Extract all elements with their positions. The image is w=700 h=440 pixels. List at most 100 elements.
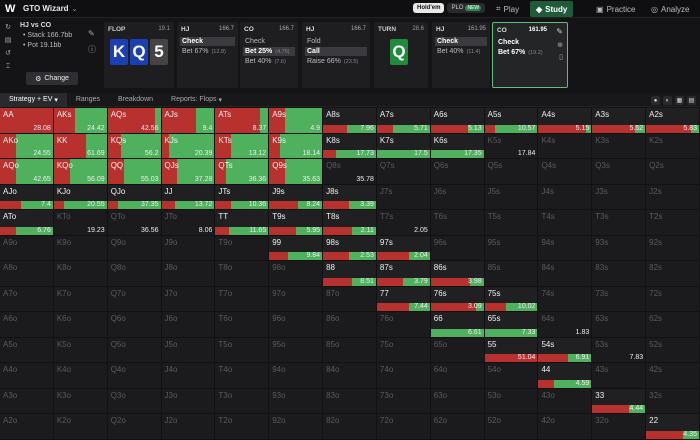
edit-icon[interactable]: ✎ bbox=[556, 27, 563, 36]
hand-cell[interactable]: Q4o bbox=[107, 363, 162, 389]
hand-cell[interactable]: 66 6.61 bbox=[430, 312, 485, 338]
hand-cell[interactable]: A8s 7.96 bbox=[323, 108, 377, 134]
hand-cell[interactable]: 63s bbox=[592, 312, 647, 338]
hand-cell[interactable]: Q3s bbox=[592, 159, 647, 185]
hand-cell[interactable]: A7o bbox=[0, 286, 54, 313]
hand-cell[interactable]: J9o bbox=[161, 235, 216, 262]
hand-cell[interactable]: K7o bbox=[53, 286, 108, 313]
hand-cell[interactable]: A9s 4.9 bbox=[269, 108, 324, 134]
hand-cell[interactable]: K7s 17.5 bbox=[376, 133, 431, 160]
hand-cell[interactable]: A4s 5.15 bbox=[538, 108, 593, 134]
hand-cell[interactable]: 73o bbox=[376, 388, 431, 415]
hand-cell[interactable]: J2o bbox=[161, 414, 216, 440]
hand-cell[interactable]: J3o bbox=[161, 388, 216, 415]
nav-play[interactable]: ⌗ Play bbox=[490, 1, 525, 17]
hand-cell[interactable]: 86s 3.98 bbox=[430, 261, 485, 287]
hand-cell[interactable]: 64s 1.83 bbox=[538, 312, 593, 338]
action-option[interactable]: Bet 67% (19.2) bbox=[496, 48, 564, 57]
hand-cell[interactable]: 54o bbox=[484, 363, 539, 389]
view-grid-icon[interactable]: ▦ bbox=[675, 96, 684, 105]
hand-cell[interactable]: Q3o bbox=[107, 388, 162, 415]
hand-cell[interactable]: K6s 17.35 bbox=[430, 133, 485, 160]
view-half-icon[interactable]: ◐ bbox=[663, 96, 672, 105]
hand-cell[interactable]: K6o bbox=[53, 312, 108, 338]
hand-cell[interactable]: T8s 2.11 bbox=[323, 210, 377, 236]
hand-cell[interactable]: J6s bbox=[430, 184, 485, 211]
tab-strategy-ev[interactable]: Strategy + EV ▾ bbox=[0, 92, 67, 107]
hand-cell[interactable]: JTo 8.06 bbox=[161, 210, 216, 236]
hand-cell[interactable]: Q7s bbox=[376, 159, 431, 185]
hand-cell[interactable]: 43o bbox=[538, 388, 593, 415]
hand-cell[interactable]: 53s 7.83 bbox=[592, 337, 647, 364]
hand-cell[interactable]: A6s 5.13 bbox=[430, 108, 485, 134]
hand-cell[interactable]: J5o bbox=[161, 337, 216, 364]
hand-cell[interactable]: 76s 3.09 bbox=[430, 286, 485, 313]
tab-reports[interactable]: Reports: Flops ▾ bbox=[162, 93, 231, 107]
hand-cell[interactable]: 62s bbox=[646, 312, 700, 338]
hand-cell[interactable]: 88 8.51 bbox=[323, 261, 377, 287]
hand-cell[interactable]: T2s bbox=[646, 210, 700, 236]
chevron-down-icon[interactable]: ⌄ bbox=[72, 5, 78, 13]
hand-cell[interactable]: 82o bbox=[323, 414, 377, 440]
hand-cell[interactable]: T7s 2.05 bbox=[376, 210, 431, 236]
hand-cell[interactable]: A8o bbox=[0, 261, 54, 287]
hand-cell[interactable]: 93s bbox=[592, 235, 647, 262]
hand-cell[interactable]: J7s bbox=[376, 184, 431, 211]
hand-cell[interactable]: T4o bbox=[215, 363, 270, 389]
hand-cell[interactable]: KK 61.69 bbox=[53, 133, 108, 160]
hand-cell[interactable]: J9s 8.24 bbox=[269, 184, 324, 211]
hand-cell[interactable]: T6s bbox=[430, 210, 485, 236]
hand-cell[interactable]: J5s bbox=[484, 184, 539, 211]
action-option[interactable]: Bet 25% (4.75) bbox=[243, 47, 295, 56]
hand-cell[interactable]: 75o bbox=[376, 337, 431, 364]
hand-cell[interactable]: 92s bbox=[646, 235, 700, 262]
info-icon[interactable]: ⓘ bbox=[88, 44, 96, 55]
hand-cell[interactable]: JJ 13.72 bbox=[161, 184, 216, 211]
hand-cell[interactable]: T5o bbox=[215, 337, 270, 364]
action-option[interactable]: Raise 66% (23.5) bbox=[305, 57, 367, 66]
hand-cell[interactable]: QQ 55.03 bbox=[107, 159, 162, 185]
hand-cell[interactable]: KTo 19.23 bbox=[53, 210, 108, 236]
hand-cell[interactable]: J4s bbox=[538, 184, 593, 211]
hand-cell[interactable]: 82s bbox=[646, 261, 700, 287]
hand-cell[interactable]: Q8o bbox=[107, 261, 162, 287]
hand-cell[interactable]: 93o bbox=[269, 388, 324, 415]
tab-ranges[interactable]: Ranges bbox=[67, 93, 109, 107]
action-option[interactable]: Bet 40% (11.4) bbox=[435, 47, 487, 56]
holdem-toggle[interactable]: Hold'em bbox=[413, 3, 445, 13]
hand-cell[interactable]: T9s 5.95 bbox=[269, 210, 324, 236]
hand-cell[interactable]: 32s bbox=[646, 388, 700, 415]
hand-cell[interactable]: A5o bbox=[0, 337, 54, 364]
hand-cell[interactable]: 83o bbox=[323, 388, 377, 415]
action-panel-2[interactable]: CO 166.7 Check Bet 25% (4.75) Bet 40% (7.6… bbox=[240, 22, 298, 88]
hand-cell[interactable]: QTo 36.56 bbox=[107, 210, 162, 236]
hand-cell[interactable]: 72s bbox=[646, 286, 700, 313]
hand-cell[interactable]: KQo 56.09 bbox=[53, 159, 108, 185]
hand-cell[interactable]: A5s 10.57 bbox=[484, 108, 539, 134]
hand-cell[interactable]: T5s bbox=[484, 210, 539, 236]
hand-cell[interactable]: Q7o bbox=[107, 286, 162, 313]
hand-cell[interactable]: J6o bbox=[161, 312, 216, 338]
nav-practice[interactable]: ▣ Practice bbox=[590, 1, 641, 17]
hand-cell[interactable]: Q2o bbox=[107, 414, 162, 440]
hand-cell[interactable]: 52o bbox=[484, 414, 539, 440]
hand-cell[interactable]: ATs 8.37 bbox=[215, 108, 270, 134]
hand-cell[interactable]: ATo 6.76 bbox=[0, 210, 54, 236]
hand-cell[interactable]: A4o bbox=[0, 363, 54, 389]
hand-cell[interactable]: 92o bbox=[269, 414, 324, 440]
action-option[interactable]: Check bbox=[496, 38, 564, 47]
nav-analyze[interactable]: ◎ Analyze bbox=[645, 1, 695, 17]
hand-cell[interactable]: 97s 2.04 bbox=[376, 235, 431, 262]
hand-cell[interactable]: 63o bbox=[430, 388, 485, 415]
hand-cell[interactable]: Q8s 35.78 bbox=[323, 159, 377, 185]
hand-cell[interactable]: Q4s bbox=[538, 159, 593, 185]
action-option[interactable]: Call bbox=[305, 47, 367, 56]
view-table-icon[interactable]: ▤ bbox=[687, 96, 696, 105]
hand-cell[interactable]: Q2s bbox=[646, 159, 700, 185]
hand-cell[interactable]: 55 51.04 bbox=[484, 337, 539, 364]
hand-cell[interactable]: K4s bbox=[538, 133, 593, 160]
hand-cell[interactable]: AJs 9.4 bbox=[161, 108, 216, 134]
hand-cell[interactable]: T3s bbox=[592, 210, 647, 236]
hand-cell[interactable]: Q9s 35.63 bbox=[269, 159, 324, 185]
hand-cell[interactable]: 98o bbox=[269, 261, 324, 287]
